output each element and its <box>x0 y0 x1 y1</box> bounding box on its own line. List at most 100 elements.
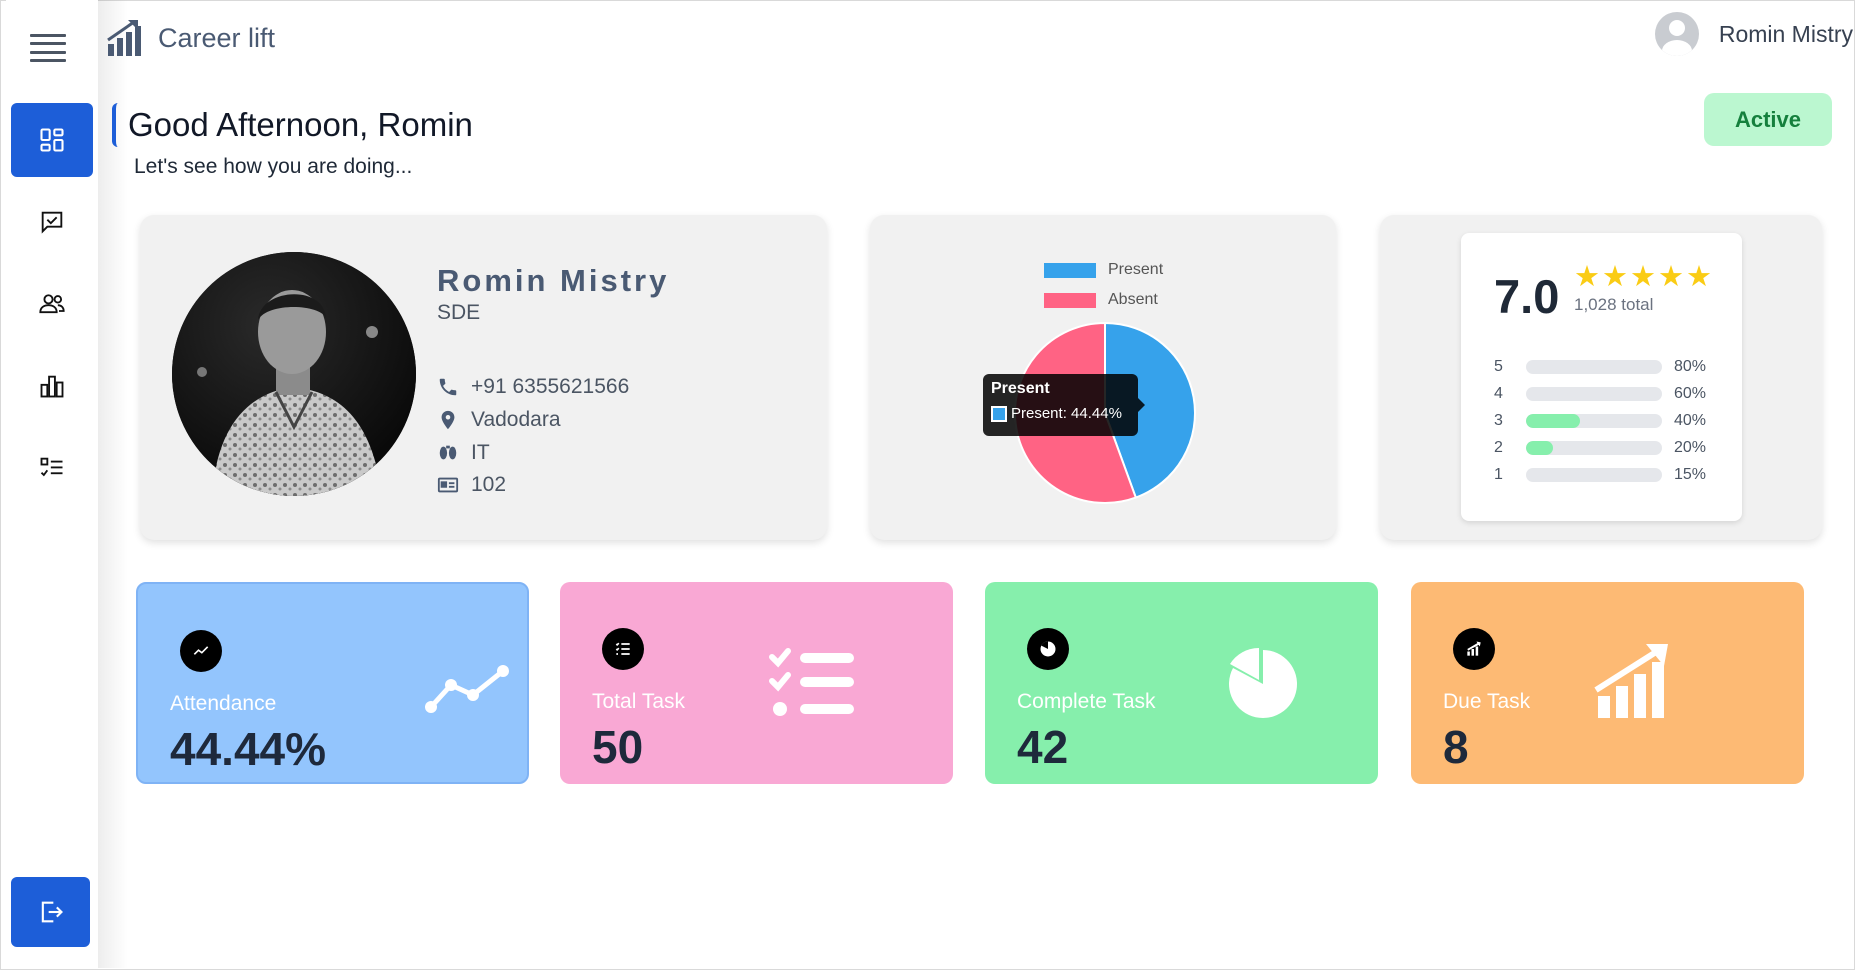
rating-bar-fill <box>1526 414 1581 428</box>
stat-card-attendance[interactable]: Attendance 44.44% <box>136 582 529 784</box>
rating-row-label: 3 <box>1494 412 1503 429</box>
rating-row-2: 2 20% <box>1494 438 1724 458</box>
stat-card-complete-task[interactable]: Complete Task 42 <box>985 582 1378 784</box>
attendance-chart-card: Present Absent Present Present: 44.44% <box>870 215 1336 540</box>
star-icon: ★ <box>1602 261 1628 293</box>
bar-chart-icon <box>40 375 64 398</box>
chart-legend: Present Absent <box>1044 255 1163 315</box>
sidebar-item-checklist[interactable] <box>11 431 93 505</box>
sidebar-item-team[interactable] <box>11 267 93 341</box>
stat-value: 44.44% <box>170 723 327 775</box>
rating-score: 7.0 <box>1494 270 1560 323</box>
user-menu[interactable]: Romin Mistry <box>1654 12 1853 56</box>
chart-tooltip: Present Present: 44.44% <box>983 374 1145 436</box>
growth-chart-graphic-icon <box>1594 644 1668 718</box>
task-list-icon <box>602 628 644 670</box>
rating-row-label: 1 <box>1494 466 1503 483</box>
legend-item-present[interactable]: Present <box>1044 255 1163 285</box>
legend-label-present: Present <box>1108 261 1164 278</box>
rating-row-1: 1 15% <box>1494 465 1724 485</box>
rating-row-percent: 60% <box>1674 385 1707 402</box>
rating-bar-track <box>1526 387 1662 401</box>
rating-row-percent: 80% <box>1674 358 1707 375</box>
pie-progress-graphic-icon <box>1229 648 1297 718</box>
department-icon <box>439 445 457 460</box>
rating-total: 1,028 total <box>1574 295 1654 314</box>
profile-phone[interactable]: +91 6355621566 <box>471 375 629 399</box>
sidebar <box>6 0 98 968</box>
profile-department: IT <box>471 441 490 464</box>
brand[interactable]: Career lift <box>106 18 275 58</box>
stat-value: 50 <box>592 721 644 773</box>
profile-employee-id: 102 <box>471 473 507 496</box>
stat-card-due-task[interactable]: Due Task 8 <box>1411 582 1804 784</box>
rating-bar-track <box>1526 414 1662 428</box>
trend-line-icon <box>180 630 222 672</box>
task-check-icon <box>41 211 63 234</box>
profile-phone-row: +91 6355621566 <box>437 375 629 399</box>
legend-swatch-present <box>1044 262 1096 278</box>
header-user-name: Romin Mistry <box>1718 20 1853 47</box>
rating-bar-track <box>1526 468 1662 482</box>
legend-item-absent[interactable]: Absent <box>1044 285 1163 315</box>
avatar[interactable] <box>1654 12 1699 56</box>
stat-value: 42 <box>1017 721 1069 773</box>
location-pin-icon <box>441 410 455 430</box>
stat-value: 8 <box>1443 721 1469 773</box>
stat-label: Due Task <box>1443 690 1531 713</box>
stat-label: Total Task <box>592 690 685 713</box>
logout-button[interactable] <box>11 877 90 947</box>
rating-row-percent: 40% <box>1674 412 1707 429</box>
profile-photo <box>172 252 416 496</box>
rating-panel: 7.0 ★ ★ ★ ★ ★ 1,028 total 5 80% 4 60% 3 40% 2 20% 1 1… <box>1461 233 1742 521</box>
profile-role: SDE <box>437 301 481 324</box>
stat-label: Complete Task <box>1017 690 1156 713</box>
star-icon: ★ <box>1630 261 1656 293</box>
sidebar-item-dashboard[interactable] <box>11 103 93 177</box>
legend-swatch-absent <box>1044 292 1096 308</box>
tooltip-swatch <box>991 405 1007 422</box>
profile-location: Vadodara <box>471 408 561 431</box>
chart-growth-icon <box>107 20 141 56</box>
stat-card-total-task[interactable]: Total Task 50 <box>560 582 953 784</box>
profile-name: Romin Mistry <box>437 263 670 298</box>
stat-label: Attendance <box>170 692 277 715</box>
rating-row-4: 4 60% <box>1494 384 1724 404</box>
rating-row-percent: 20% <box>1674 439 1707 456</box>
profile-location-row: Vadodara <box>437 408 561 432</box>
sidebar-item-tasks[interactable] <box>11 185 93 259</box>
profile-id-row: 102 <box>437 473 506 497</box>
dashboard-grid-icon <box>40 128 64 152</box>
star-icon: ★ <box>1574 261 1600 293</box>
phone-icon <box>439 378 457 396</box>
star-icon: ★ <box>1658 261 1684 293</box>
status-badge[interactable]: Active <box>1704 93 1832 146</box>
trend-line-graphic-icon <box>425 665 509 713</box>
rating-row-label: 2 <box>1494 439 1503 456</box>
rating-card: 7.0 ★ ★ ★ ★ ★ 1,028 total 5 80% 4 60% 3 40% 2 20% 1 1… <box>1380 215 1822 540</box>
page-subtitle: Let's see how you are doing... <box>134 155 413 178</box>
rating-row-5: 5 80% <box>1494 357 1724 377</box>
rating-row-3: 3 40% <box>1494 411 1724 431</box>
checklist-icon <box>40 457 63 477</box>
rating-row-label: 5 <box>1494 358 1503 375</box>
logout-icon <box>41 901 63 923</box>
profile-card: Romin Mistry SDE +91 6355621566 Vadodara… <box>140 215 827 540</box>
page-title: Good Afternoon, Romin <box>128 106 473 143</box>
app-title: Career lift <box>158 22 276 53</box>
tooltip-title: Present <box>991 380 1050 397</box>
hamburger-menu-icon[interactable] <box>28 30 68 66</box>
growth-bars-icon <box>1453 628 1495 670</box>
legend-label-absent: Absent <box>1108 291 1158 308</box>
users-icon <box>39 294 65 314</box>
pie-progress-icon <box>1027 628 1069 670</box>
greeting-accent <box>112 103 118 147</box>
rating-row-label: 4 <box>1494 385 1503 402</box>
rating-bar-fill <box>1526 441 1554 455</box>
star-icon: ★ <box>1686 261 1712 293</box>
checklist-graphic-icon <box>769 648 854 716</box>
rating-stars: ★ ★ ★ ★ ★ <box>1574 263 1712 292</box>
id-card-icon <box>437 477 459 493</box>
rating-bar-track <box>1526 360 1662 374</box>
sidebar-item-reports[interactable] <box>11 349 93 423</box>
